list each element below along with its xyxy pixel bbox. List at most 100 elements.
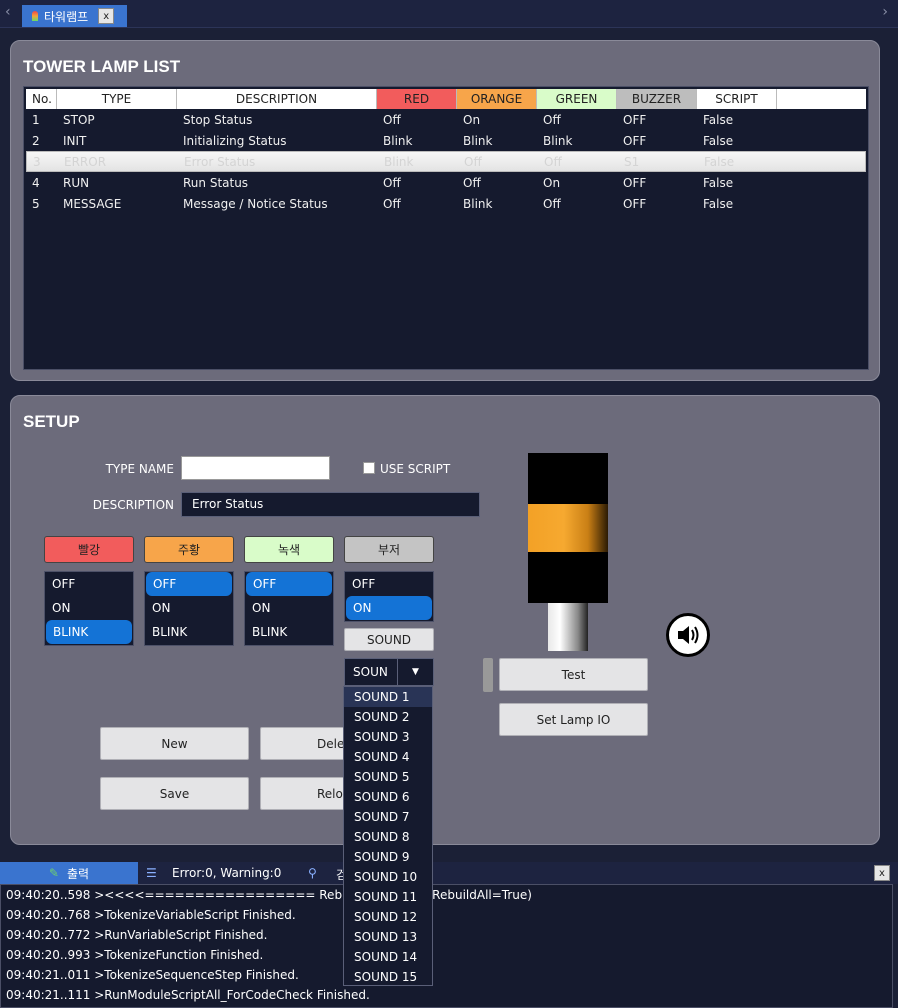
tower-lamp-preview	[528, 453, 608, 603]
table-cell: Off	[464, 154, 482, 169]
orange-state-on[interactable]: ON	[145, 596, 233, 620]
table-cell: Off	[383, 196, 401, 211]
table-cell: OFF	[623, 133, 647, 148]
column-header-red[interactable]: RED	[377, 89, 457, 109]
sound-option[interactable]: SOUND 15	[344, 967, 432, 987]
table-cell: MESSAGE	[63, 196, 122, 211]
column-header-type[interactable]: TYPE	[57, 89, 177, 109]
table-cell: Blink	[384, 154, 414, 169]
table-cell: Off	[383, 175, 401, 190]
table-row[interactable]: 2 INIT Initializing Status Blink Blink Blink O…	[26, 130, 866, 151]
log-line: 09:40:20..598 ><<<<================= Reb…	[6, 888, 532, 902]
green-button[interactable]: 녹색	[244, 536, 334, 563]
red-state-list[interactable]: OFF ON BLINK	[44, 571, 134, 646]
search-icon[interactable]: ⚲	[308, 866, 317, 880]
green-state-blink[interactable]: BLINK	[245, 620, 333, 644]
table-row[interactable]: 4 RUN Run Status Off Off On OFF False	[26, 172, 866, 193]
table-cell: Message / Notice Status	[183, 196, 328, 211]
green-state-off[interactable]: OFF	[246, 572, 332, 596]
sound-option[interactable]: SOUND 5	[344, 767, 432, 787]
orange-state-off[interactable]: OFF	[146, 572, 232, 596]
tower-lamp-pole	[548, 603, 588, 651]
scroll-right-icon[interactable]: ›	[882, 4, 888, 20]
save-button[interactable]: Save	[100, 777, 249, 810]
table-cell: S1	[624, 154, 640, 169]
orange-state-blink[interactable]: BLINK	[145, 620, 233, 644]
table-cell: On	[463, 112, 481, 127]
sound-option[interactable]: SOUND 3	[344, 727, 432, 747]
sound-button[interactable]: SOUND	[344, 628, 434, 651]
sound-option[interactable]: SOUND 8	[344, 827, 432, 847]
output-log[interactable]: 09:40:20..598 ><<<<================= Reb…	[0, 884, 893, 1008]
description-input[interactable]: Error Status	[181, 492, 480, 517]
sound-option[interactable]: SOUND 4	[344, 747, 432, 767]
buzzer-button[interactable]: 부저	[344, 536, 434, 563]
green-state-on[interactable]: ON	[245, 596, 333, 620]
error-list-icon[interactable]: ☰	[146, 866, 157, 880]
sound-option[interactable]: SOUND 7	[344, 807, 432, 827]
table-header: No. TYPE DESCRIPTION RED ORANGE GREEN BUZZER SC…	[26, 89, 866, 109]
table-cell: OFF	[623, 175, 647, 190]
table-cell: 1	[32, 112, 40, 127]
sound-dropdown-list[interactable]: SOUND 1 SOUND 2 SOUND 3 SOUND 4 SOUND 5 SOUND…	[343, 686, 433, 986]
buzzer-state-on[interactable]: ON	[346, 596, 432, 620]
table-cell: False	[704, 154, 735, 169]
sound-combo-value: SOUN	[353, 665, 388, 679]
table-row[interactable]: 3 ERROR Error Status Blink Off Off S1 False	[26, 151, 866, 172]
red-button[interactable]: 빨강	[44, 536, 134, 563]
tab-tower-lamp[interactable]: 타워램프 x	[22, 5, 127, 27]
test-button[interactable]: Test	[499, 658, 648, 691]
table-cell: Run Status	[183, 175, 249, 190]
tower-lamp-icon	[30, 10, 40, 22]
column-header-buzzer[interactable]: BUZZER	[617, 89, 697, 109]
column-header-green[interactable]: GREEN	[537, 89, 617, 109]
buzzer-state-list[interactable]: OFF ON	[344, 571, 434, 622]
red-state-off[interactable]: OFF	[45, 572, 133, 596]
error-count-label[interactable]: Error:0, Warning:0	[172, 866, 281, 880]
side-handle[interactable]	[483, 658, 493, 692]
sound-option[interactable]: SOUND 13	[344, 927, 432, 947]
table-cell: INIT	[63, 133, 87, 148]
column-header-description[interactable]: DESCRIPTION	[177, 89, 377, 109]
table-cell: False	[703, 196, 734, 211]
type-name-input[interactable]	[181, 456, 330, 480]
output-close-button[interactable]: x	[874, 865, 890, 881]
tab-close-button[interactable]: x	[98, 8, 115, 24]
column-header-no[interactable]: No.	[26, 89, 57, 109]
tower-lamp-table[interactable]: No. TYPE DESCRIPTION RED ORANGE GREEN BUZZER SC…	[23, 86, 869, 370]
column-header-script[interactable]: SCRIPT	[697, 89, 777, 109]
table-row[interactable]: 5 MESSAGE Message / Notice Status Off Blink O…	[26, 193, 866, 214]
sound-option[interactable]: SOUND 2	[344, 707, 432, 727]
new-button[interactable]: New	[100, 727, 249, 760]
log-line: 09:40:21..111 >RunModuleScriptAll_ForCod…	[6, 988, 370, 1002]
use-script-checkbox[interactable]	[363, 462, 375, 474]
set-lamp-io-button[interactable]: Set Lamp IO	[499, 703, 648, 736]
sound-option[interactable]: SOUND 14	[344, 947, 432, 967]
log-line: 09:40:20..993 >TokenizeFunction Finished…	[6, 948, 264, 962]
chevron-down-icon[interactable]: ▼	[397, 659, 433, 685]
output-tab-label: 출력	[66, 866, 90, 881]
orange-state-list[interactable]: OFF ON BLINK	[144, 571, 234, 646]
sound-option[interactable]: SOUND 9	[344, 847, 432, 867]
table-row[interactable]: 1 STOP Stop Status Off On Off OFF False	[26, 109, 866, 130]
red-state-blink[interactable]: BLINK	[46, 620, 132, 644]
sound-option[interactable]: SOUND 10	[344, 867, 432, 887]
buzzer-state-off[interactable]: OFF	[345, 572, 433, 596]
sound-option[interactable]: SOUND 6	[344, 787, 432, 807]
column-header-orange[interactable]: ORANGE	[457, 89, 537, 109]
sound-option[interactable]: SOUND 11	[344, 887, 432, 907]
list-title: TOWER LAMP LIST	[23, 57, 181, 76]
type-name-label: TYPE NAME	[105, 462, 174, 476]
table-cell: Blink	[463, 133, 493, 148]
orange-button[interactable]: 주황	[144, 536, 234, 563]
sound-combo[interactable]: SOUN ▼	[344, 658, 434, 686]
scroll-left-icon[interactable]: ‹	[5, 4, 11, 20]
sound-option[interactable]: SOUND 12	[344, 907, 432, 927]
green-state-list[interactable]: OFF ON BLINK	[244, 571, 334, 646]
speaker-icon	[666, 613, 710, 657]
tab-output[interactable]: ✎ 출력	[0, 862, 138, 884]
table-cell: Off	[544, 154, 562, 169]
log-line: 09:40:20..768 >TokenizeVariableScript Fi…	[6, 908, 296, 922]
red-state-on[interactable]: ON	[45, 596, 133, 620]
sound-option[interactable]: SOUND 1	[344, 687, 432, 707]
